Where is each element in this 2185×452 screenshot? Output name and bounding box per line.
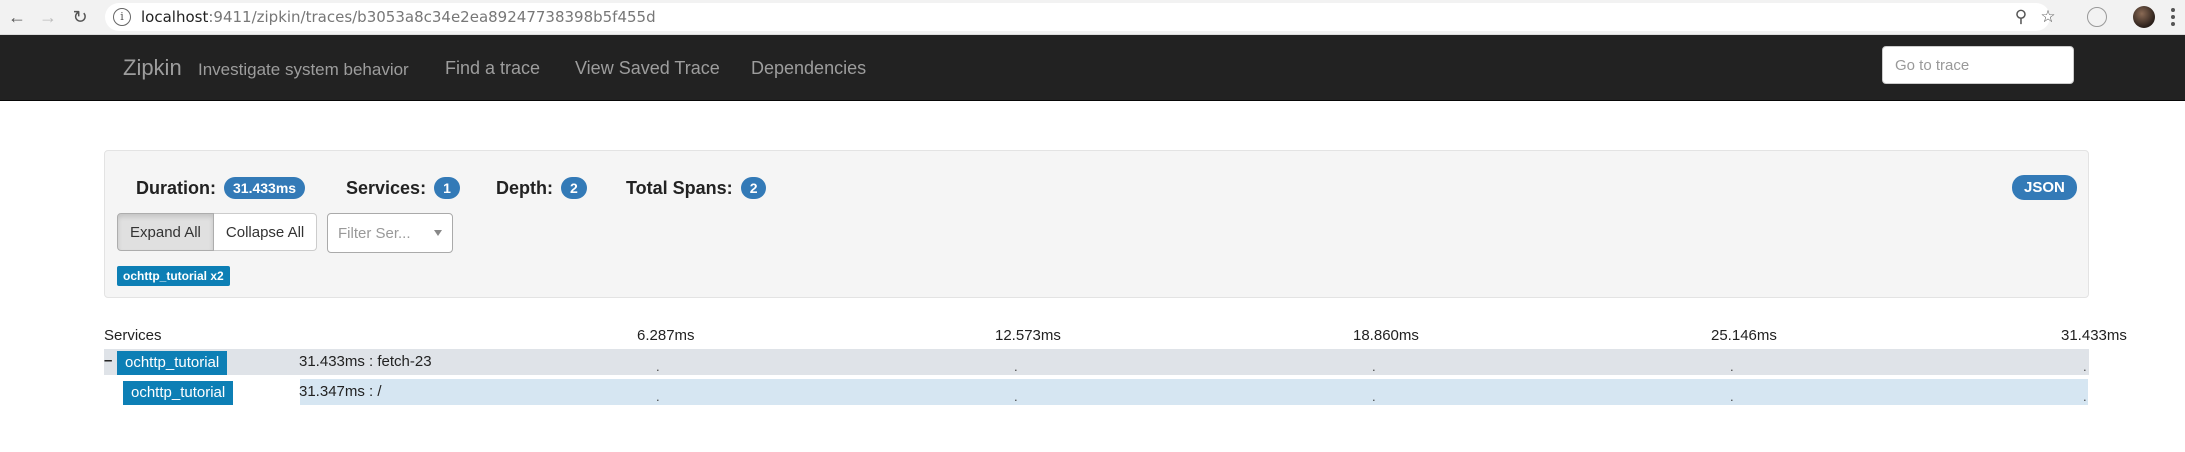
url-text[interactable]: localhost:9411/zipkin/traces/b3053a8c34e…	[141, 8, 656, 26]
address-bar[interactable]: i localhost:9411/zipkin/traces/b3053a8c3…	[105, 3, 2056, 31]
tick-marker: .	[1730, 359, 1734, 374]
span-row[interactable]: – ochttp_tutorial 31.433ms : fetch-23 . …	[104, 349, 2089, 375]
tick-marker: .	[1014, 389, 1018, 404]
brand-logo[interactable]: Zipkin	[123, 55, 182, 81]
reload-icon[interactable]: ↻	[68, 5, 92, 29]
zoom-icon[interactable]: ⚲	[2010, 6, 2032, 28]
tick-label: 18.860ms	[1353, 327, 1419, 344]
tick-label: 12.573ms	[995, 327, 1061, 344]
info-icon[interactable]: i	[113, 8, 131, 26]
total-spans-badge: 2	[740, 177, 767, 199]
json-button[interactable]: JSON	[2012, 175, 2077, 200]
tick-label: 6.287ms	[637, 327, 695, 344]
nav-view-saved-trace[interactable]: View Saved Trace	[575, 58, 720, 79]
span-service-name[interactable]: ochttp_tutorial	[117, 351, 228, 375]
tick-label: 25.146ms	[1711, 327, 1777, 344]
services-stat: Services: 1	[346, 177, 460, 199]
collapse-all-button[interactable]: Collapse All	[213, 213, 318, 251]
app-navbar: Zipkin Investigate system behavior Find …	[0, 35, 2185, 101]
filter-services-select[interactable]: Filter Ser...	[327, 213, 453, 253]
tick-marker: .	[656, 359, 660, 374]
span-duration-label: 31.347ms : /	[299, 383, 382, 400]
tick-marker: .	[1372, 359, 1376, 374]
tick-marker: .	[1014, 359, 1018, 374]
tick-marker: .	[656, 389, 660, 404]
span-service-name[interactable]: ochttp_tutorial	[123, 381, 234, 405]
bookmark-star-icon[interactable]: ☆	[2037, 6, 2059, 28]
tick-marker: .	[1730, 389, 1734, 404]
forward-arrow-icon[interactable]: →	[36, 5, 60, 29]
extension-icon[interactable]	[2087, 7, 2107, 27]
span-duration-label: 31.433ms : fetch-23	[299, 353, 432, 370]
tick-marker: .	[2083, 359, 2087, 374]
trace-timeline: Services 6.287ms 12.573ms 18.860ms 25.14…	[104, 325, 2128, 405]
collapse-toggle[interactable]: –	[104, 352, 112, 369]
depth-stat: Depth: 2	[496, 177, 587, 199]
services-badge: 1	[434, 177, 460, 199]
tick-marker: .	[1372, 389, 1376, 404]
duration-badge: 31.433ms	[224, 177, 306, 199]
back-arrow-icon[interactable]: ←	[5, 5, 29, 29]
browser-menu-icon[interactable]	[2170, 6, 2176, 28]
browser-toolbar: ← → ↻ i localhost:9411/zipkin/traces/b30…	[0, 0, 2185, 35]
tick-label: 31.433ms	[2061, 327, 2127, 344]
caret-down-icon	[434, 230, 442, 236]
depth-badge: 2	[561, 177, 587, 199]
span-row[interactable]: ochttp_tutorial 31.347ms : / . . . . .	[104, 379, 2089, 405]
total-spans-stat: Total Spans: 2	[626, 177, 767, 199]
nav-find-trace[interactable]: Find a trace	[445, 58, 540, 79]
duration-stat: Duration: 31.433ms	[136, 177, 306, 199]
expand-collapse-group: Expand All Collapse All	[117, 213, 318, 251]
timeline-header: Services 6.287ms 12.573ms 18.860ms 25.14…	[104, 325, 2128, 347]
profile-avatar[interactable]	[2133, 6, 2155, 28]
nav-dependencies[interactable]: Dependencies	[751, 58, 866, 79]
trace-summary-panel: Duration: 31.433ms Services: 1 Depth: 2 …	[104, 150, 2089, 298]
expand-all-button[interactable]: Expand All	[117, 213, 214, 251]
services-column-header: Services	[104, 327, 162, 344]
span-bar	[300, 379, 2088, 405]
goto-trace-input[interactable]	[1882, 46, 2074, 84]
service-filter-tag[interactable]: ochttp_tutorial x2	[117, 266, 230, 286]
tick-marker: .	[2083, 389, 2087, 404]
brand-tagline: Investigate system behavior	[198, 60, 409, 79]
